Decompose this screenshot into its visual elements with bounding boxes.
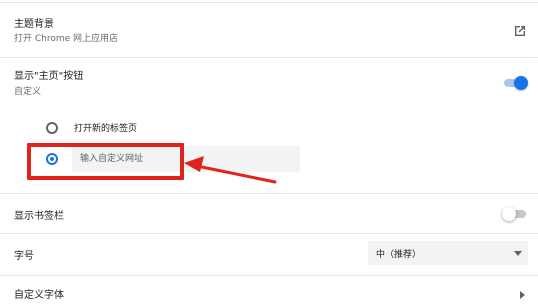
home-button-row: 显示"主页"按钮 自定义 bbox=[0, 60, 538, 100]
font-size-selected-value: 中（推荐） bbox=[376, 250, 422, 260]
theme-row[interactable]: 主题背景 打开 Chrome 网上应用店 bbox=[0, 6, 538, 52]
bookmarks-bar-toggle[interactable] bbox=[502, 207, 528, 221]
home-button-title: 显示"主页"按钮 bbox=[14, 71, 84, 82]
divider bbox=[0, 275, 538, 276]
bookmarks-bar-row: 显示书签栏 bbox=[0, 196, 538, 232]
home-button-subtitle: 自定义 bbox=[14, 87, 42, 97]
theme-title: 主题背景 bbox=[14, 19, 54, 30]
divider bbox=[0, 57, 538, 58]
annotation-arrow-icon bbox=[184, 156, 277, 184]
divider bbox=[0, 2, 538, 3]
theme-subtitle: 打开 Chrome 网上应用店 bbox=[14, 34, 119, 44]
divider bbox=[0, 233, 538, 234]
custom-fonts-row[interactable]: 自定义字体 bbox=[0, 278, 538, 306]
font-size-select[interactable]: 中（推荐） bbox=[368, 241, 528, 265]
custom-fonts-title: 自定义字体 bbox=[14, 290, 64, 301]
toggle-knob bbox=[514, 76, 528, 90]
font-size-title: 字号 bbox=[14, 251, 34, 262]
new-tab-radio-label[interactable]: 打开新的标签页 bbox=[74, 121, 137, 134]
bookmarks-bar-title: 显示书签栏 bbox=[14, 211, 64, 222]
new-tab-radio[interactable] bbox=[46, 122, 58, 134]
divider bbox=[0, 193, 538, 194]
appearance-settings-panel: 主题背景 打开 Chrome 网上应用店 显示"主页"按钮 自定义 打开新的标签… bbox=[0, 0, 538, 306]
open-in-new-icon[interactable] bbox=[512, 23, 528, 39]
caret-down-icon bbox=[514, 251, 522, 256]
home-button-toggle[interactable] bbox=[502, 76, 528, 90]
toggle-knob bbox=[502, 207, 516, 221]
chevron-right-icon bbox=[520, 291, 525, 299]
